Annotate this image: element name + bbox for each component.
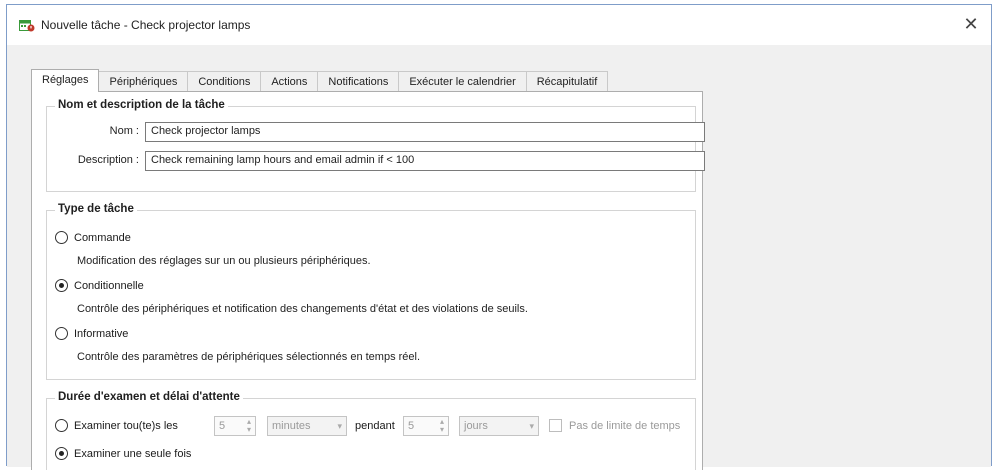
conditionnelle-description: Contrôle des périphériques et notificati…: [77, 303, 528, 315]
radio-examine-every[interactable]: Examiner tou(te)s les: [55, 419, 178, 432]
group-title-duration: Durée d'examen et délai d'attente: [55, 391, 243, 403]
close-icon[interactable]: ✕: [959, 13, 983, 37]
tab-reglages[interactable]: Réglages: [31, 69, 100, 92]
dialog-window: Nouvelle tâche - Check projector lamps ✕…: [6, 4, 992, 470]
radio-button[interactable]: [55, 327, 68, 340]
informative-description: Contrôle des paramètres de périphériques…: [77, 351, 421, 363]
radio-button[interactable]: [55, 447, 68, 460]
group-title-name: Nom et description de la tâche: [55, 99, 228, 111]
tab-strip: Réglages Périphériques Conditions Action…: [31, 69, 609, 92]
settings-panel: Nom et description de la tâche Nom : Che…: [31, 91, 705, 470]
task-description-field[interactable]: Check remaining lamp hours and email adm…: [145, 151, 705, 171]
no-time-limit-label: Pas de limite de temps: [569, 420, 681, 432]
title-bar: Nouvelle tâche - Check projector lamps ✕: [7, 5, 991, 45]
task-app-icon: [19, 18, 35, 32]
radio-commande[interactable]: Commande: [55, 231, 131, 244]
radio-informative[interactable]: Informative: [55, 327, 128, 340]
chevron-down-icon: ▾: [529, 420, 534, 431]
radio-examine-once[interactable]: Examiner une seule fois: [55, 447, 191, 460]
task-type-group: Type de tâche Commande Modification des …: [46, 203, 696, 380]
duration-unit-value: jours: [464, 420, 488, 432]
stepper-arrows-icon[interactable]: ▴ ▾: [440, 418, 444, 434]
name-description-group: Nom et description de la tâche Nom : Che…: [46, 99, 705, 192]
name-label: Nom :: [109, 125, 139, 137]
duration-value: 5: [408, 420, 415, 432]
radio-label: Examiner une seule fois: [74, 447, 192, 460]
duration-stepper[interactable]: 5 ▴ ▾: [403, 416, 449, 436]
interval-unit-select[interactable]: minutes ▾: [267, 416, 347, 436]
stepper-arrows-icon[interactable]: ▴ ▾: [247, 418, 251, 434]
tab-actions[interactable]: Actions: [260, 71, 319, 92]
interval-unit-value: minutes: [272, 420, 311, 432]
interval-stepper[interactable]: 5 ▴ ▾: [214, 416, 256, 436]
radio-button[interactable]: [55, 231, 68, 244]
radio-conditionnelle[interactable]: Conditionnelle: [55, 279, 144, 292]
group-title-type: Type de tâche: [55, 203, 137, 215]
no-time-limit-checkbox[interactable]: [549, 419, 562, 432]
radio-label: Conditionnelle: [74, 279, 144, 292]
tab-executer-calendrier[interactable]: Exécuter le calendrier: [398, 71, 527, 92]
duration-unit-select[interactable]: jours ▾: [459, 416, 539, 436]
interval-value: 5: [219, 420, 226, 432]
task-name-field[interactable]: Check projector lamps: [145, 122, 705, 142]
description-label: Description :: [77, 154, 139, 166]
during-label: pendant: [355, 420, 395, 432]
dialog-client-area: Réglages Périphériques Conditions Action…: [7, 45, 991, 470]
tab-conditions[interactable]: Conditions: [187, 71, 262, 92]
window-title: Nouvelle tâche - Check projector lamps: [41, 18, 251, 32]
tab-recapitulatif[interactable]: Récapitulatif: [525, 71, 609, 92]
commande-description: Modification des réglages sur un ou plus…: [77, 255, 371, 267]
radio-label: Informative: [74, 327, 129, 340]
radio-button[interactable]: [55, 279, 68, 292]
radio-button[interactable]: [55, 419, 68, 432]
tab-notifications[interactable]: Notifications: [317, 71, 400, 92]
tab-peripheriques[interactable]: Périphériques: [98, 71, 189, 92]
radio-label: Examiner tou(te)s les: [74, 419, 178, 432]
duration-timeout-group: Durée d'examen et délai d'attente Examin…: [46, 391, 696, 470]
chevron-down-icon: ▾: [337, 420, 342, 431]
radio-label: Commande: [74, 231, 131, 244]
